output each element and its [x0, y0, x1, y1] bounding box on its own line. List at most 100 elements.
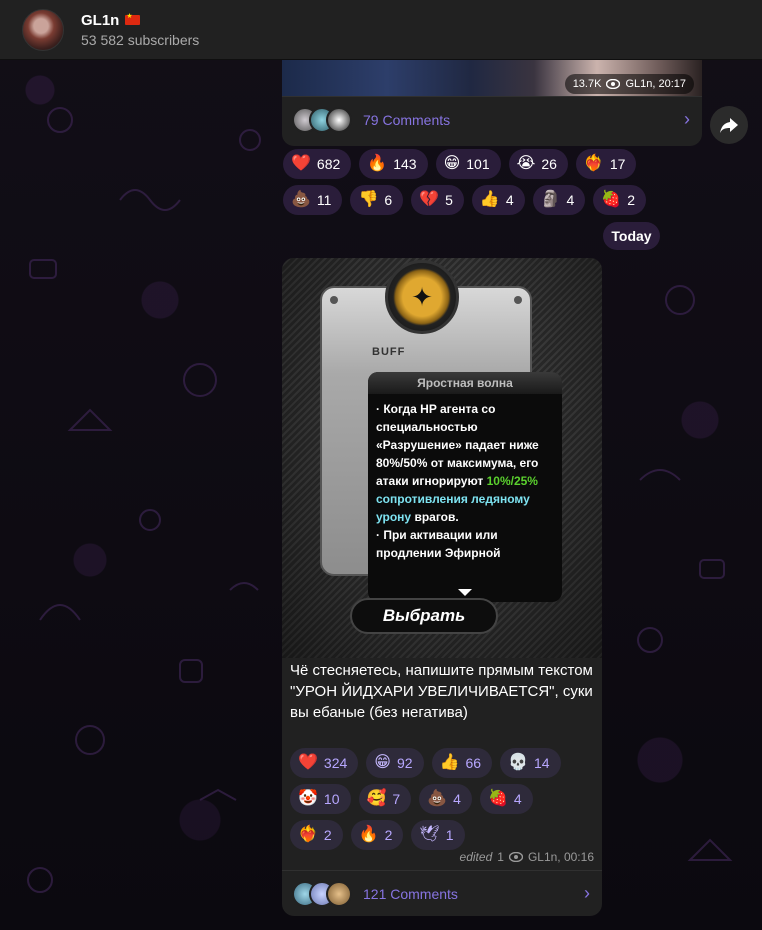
broken-heart-icon: 💔 — [419, 191, 440, 208]
reaction-chip[interactable]: ❤️‍🔥 2 — [290, 820, 343, 850]
reaction-chip[interactable]: 😁 92 — [366, 748, 424, 778]
chevron-right-icon: › — [584, 883, 590, 903]
reaction-chip[interactable]: 🗿 4 — [532, 185, 586, 215]
reaction-chip[interactable]: 🔥 2 — [350, 820, 404, 850]
channel-post: BUFF Яростная волна · Когда HP агента со… — [282, 258, 602, 916]
share-button[interactable] — [710, 106, 748, 144]
commenter-avatar — [326, 880, 352, 907]
reaction-chip[interactable]: 😁 101 — [435, 149, 501, 179]
reaction-count: 10 — [323, 791, 340, 807]
reaction-count: 26 — [541, 156, 557, 172]
channel-avatar[interactable] — [22, 8, 64, 51]
post-image[interactable]: BUFF Яростная волна · Когда HP агента со… — [282, 258, 602, 658]
channel-title: GL1n — [81, 12, 199, 29]
edited-label: edited — [459, 850, 493, 864]
reaction-count: 4 — [513, 791, 522, 807]
post-reactions: ❤️ 324 😁 92 👍 66 💀 14 🤡 10 🥰 7 💩 4 🍓 4 ❤️‍🔥 2 🔥 2 … — [290, 748, 590, 850]
dove-icon: 🕊 — [419, 826, 440, 843]
thumbs-down-icon: 👎 — [358, 191, 379, 208]
previous-reactions: ❤️ 682 🔥 143 😁 101 😭 26 ❤️‍🔥 17 💩 11 👎 6 💔 5 👍 4 … — [283, 149, 703, 215]
reaction-chip[interactable]: 😭 26 — [508, 149, 568, 179]
buff-emblem-icon: ✦ — [385, 260, 459, 334]
comments-label: 79 Comments — [363, 111, 451, 128]
reaction-count: 7 — [392, 791, 401, 807]
eye-icon — [508, 852, 523, 862]
commenter-avatar — [326, 106, 352, 133]
buff-title: Яростная волна — [368, 372, 562, 394]
subscriber-count: 53 582 subscribers — [81, 31, 200, 48]
previous-comments-button[interactable]: 79 Comments › — [282, 96, 702, 142]
clown-icon: 🤡 — [298, 790, 318, 807]
thumbs-up-icon: 👍 — [439, 754, 460, 771]
crying-icon: 😭 — [516, 155, 536, 172]
reaction-chip[interactable]: 💔 5 — [411, 185, 464, 215]
reaction-chip[interactable]: 👍 66 — [431, 748, 493, 778]
heart-icon: ❤️ — [298, 754, 318, 771]
previous-post: 13.7K GL1n, 20:17 79 Comments › — [282, 60, 702, 146]
author-time: GL1n, 00:16 — [527, 850, 594, 864]
reaction-chip[interactable]: 🤡 10 — [290, 784, 351, 814]
select-button: Выбрать — [350, 598, 498, 634]
thumbs-up-icon: 👍 — [479, 191, 500, 208]
share-icon — [720, 118, 738, 133]
grin-icon: 😁 — [443, 155, 461, 172]
reaction-chip[interactable]: 👎 6 — [350, 185, 404, 215]
author-time: GL1n, 20:17 — [625, 78, 686, 90]
reaction-count: 5 — [445, 192, 453, 208]
reaction-chip[interactable]: 🍓 2 — [593, 185, 647, 215]
reaction-count: 101 — [466, 156, 490, 172]
heart-icon: ❤️ — [291, 155, 311, 172]
reaction-count: 11 — [316, 192, 332, 208]
comments-button[interactable]: 121 Comments › — [282, 870, 602, 916]
reaction-count: 17 — [609, 156, 626, 172]
reaction-chip[interactable]: ❤️ 324 — [290, 748, 359, 778]
reaction-chip[interactable]: 💀 14 — [500, 748, 561, 778]
reaction-count: 2 — [323, 827, 332, 843]
skull-icon: 💀 — [508, 754, 528, 771]
post-meta: edited 1 GL1n, 00:16 — [460, 850, 594, 864]
buff-label: BUFF — [372, 346, 406, 358]
reaction-count: 143 — [393, 156, 417, 172]
buff-highlight-percent: 10%/25% — [486, 474, 538, 488]
reaction-count: 4 — [453, 791, 461, 807]
eye-icon — [606, 79, 621, 89]
reaction-chip[interactable]: 🍓 4 — [479, 784, 533, 814]
reaction-count: 4 — [505, 192, 514, 208]
moai-icon: 🗿 — [540, 191, 561, 208]
reaction-chip[interactable]: ❤️ 682 — [283, 149, 352, 179]
reaction-chip[interactable]: 🔥 143 — [359, 149, 428, 179]
chat-header[interactable]: GL1n 53 582 subscribers — [0, 0, 762, 60]
fire-icon: 🔥 — [367, 155, 388, 172]
china-flag-icon — [125, 12, 141, 25]
reaction-chip[interactable]: 💩 4 — [419, 784, 472, 814]
reaction-count: 2 — [384, 827, 393, 843]
previous-post-meta: 13.7K GL1n, 20:17 — [564, 74, 694, 94]
reaction-chip[interactable]: ❤️‍🔥 17 — [575, 149, 637, 179]
reaction-count: 682 — [316, 156, 341, 172]
reaction-chip[interactable]: 👍 4 — [471, 185, 525, 215]
date-separator: Today — [603, 222, 660, 250]
reaction-count: 4 — [566, 192, 575, 208]
buff-description: · Когда HP агента со специальностью «Раз… — [368, 394, 562, 582]
view-count: 1 — [497, 850, 504, 864]
view-count: 13.7K — [572, 78, 602, 90]
reaction-count: 324 — [323, 755, 348, 771]
reaction-count: 92 — [396, 755, 413, 771]
reaction-count: 14 — [533, 755, 550, 771]
smiling-hearts-icon: 🥰 — [366, 790, 387, 807]
reaction-chip[interactable]: 🥰 7 — [358, 784, 412, 814]
buff-text: · При активации или продлении Эфирной — [376, 528, 501, 560]
scroll-down-icon — [458, 589, 472, 596]
channel-name: GL1n — [81, 11, 120, 29]
reaction-count: 66 — [465, 755, 482, 771]
reaction-count: 2 — [627, 192, 636, 208]
poop-icon: 💩 — [291, 191, 311, 208]
chevron-right-icon: › — [684, 109, 690, 129]
comments-label: 121 Comments — [363, 885, 458, 902]
reaction-chip[interactable]: 💩 11 — [283, 185, 343, 215]
bolt — [514, 296, 522, 304]
buff-text: врагов. — [411, 510, 459, 524]
heart-on-fire-icon: ❤️‍🔥 — [298, 826, 318, 843]
reaction-chip[interactable]: 🕊 1 — [411, 820, 465, 850]
reaction-count: 6 — [384, 192, 393, 208]
